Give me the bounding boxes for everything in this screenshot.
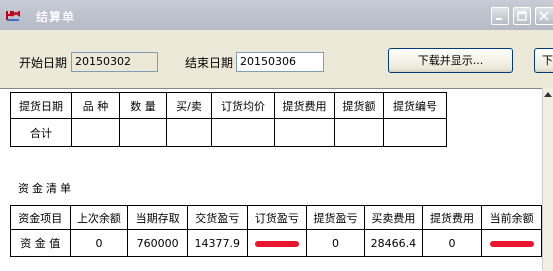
funds-table: 资金项目 上次余额 当期存取 交货盈亏 订货盈亏 提货盈亏 买卖费用 提货费用 … <box>10 205 542 257</box>
close-icon <box>539 11 549 21</box>
delivery-header-row: 提货日期 品 种 数 量 买/卖 订货均价 提货费用 提货额 提货编号 <box>10 92 447 119</box>
table-cell <box>481 229 542 257</box>
header-cell: 当前余额 <box>481 205 542 230</box>
header-cell: 提货日期 <box>10 92 72 119</box>
download-display-button[interactable]: 下载并显示... <box>388 48 513 73</box>
app-icon <box>6 11 20 21</box>
header-cell: 提货额 <box>334 92 384 119</box>
header-cell: 订货均价 <box>211 92 275 119</box>
header-cell: 提货费用 <box>274 92 335 119</box>
table-cell: 0 <box>421 229 483 257</box>
maximize-icon <box>517 11 527 21</box>
header-cell: 数 量 <box>119 92 167 119</box>
redaction-mark <box>254 240 299 247</box>
table-cell <box>166 118 212 147</box>
table-cell: 14377.9 <box>186 229 248 257</box>
header-cell: 买/卖 <box>166 92 212 119</box>
toolbar: 开始日期 20150302 结束日期 20150306 下载并显示... 下 <box>0 30 553 88</box>
delivery-table: 提货日期 品 种 数 量 买/卖 订货均价 提货费用 提货额 提货编号 合计 <box>10 92 447 147</box>
table-cell: 0 <box>306 229 365 257</box>
table-cell <box>274 118 335 147</box>
header-cell: 当期存取 <box>127 205 188 230</box>
table-cell: 0 <box>69 229 129 257</box>
close-button[interactable] <box>535 7 553 25</box>
maximize-button[interactable] <box>513 7 531 25</box>
minimize-button[interactable] <box>491 7 509 25</box>
header-cell: 提货盈亏 <box>306 205 365 230</box>
header-cell: 订货盈亏 <box>246 205 308 230</box>
table-cell: 760000 <box>127 229 188 257</box>
funds-value-row: 资 金 值 0 760000 14377.9 0 28466.4 0 <box>10 229 542 257</box>
start-date-label: 开始日期 <box>19 56 68 70</box>
header-cell: 提货编号 <box>383 92 447 119</box>
window-title: 结算单 <box>36 10 76 24</box>
funds-section-title: 资金清单 <box>18 182 74 195</box>
vertical-scrollbar[interactable] <box>542 88 553 270</box>
header-cell: 提货费用 <box>421 205 483 230</box>
header-cell: 上次余额 <box>69 205 129 230</box>
table-cell <box>334 118 384 147</box>
funds-row-label: 资 金 值 <box>10 229 71 257</box>
table-cell <box>71 118 120 147</box>
minimize-icon <box>496 18 502 20</box>
extra-button[interactable]: 下 <box>534 48 553 73</box>
start-date-field[interactable]: 20150302 <box>71 52 158 72</box>
table-cell <box>246 229 308 257</box>
table-cell: 28466.4 <box>363 229 423 257</box>
delivery-total-row: 合计 <box>10 118 447 147</box>
scroll-up-arrow-icon[interactable] <box>544 92 552 97</box>
header-cell: 买卖费用 <box>363 205 423 230</box>
header-cell: 资金项目 <box>10 205 71 230</box>
settlement-document: 提货日期 品 种 数 量 买/卖 订货均价 提货费用 提货额 提货编号 合计 资… <box>0 88 542 271</box>
funds-header-row: 资金项目 上次余额 当期存取 交货盈亏 订货盈亏 提货盈亏 买卖费用 提货费用 … <box>10 205 542 230</box>
end-date-field[interactable]: 20150306 <box>236 52 324 72</box>
table-cell <box>211 118 275 147</box>
table-cell <box>383 118 447 147</box>
redaction-mark <box>489 240 534 247</box>
total-label: 合计 <box>10 118 72 147</box>
header-cell: 品 种 <box>71 92 120 119</box>
title-bar: 结算单 <box>0 0 553 30</box>
table-cell <box>119 118 167 147</box>
header-cell: 交货盈亏 <box>186 205 248 230</box>
end-date-label: 结束日期 <box>185 56 234 70</box>
